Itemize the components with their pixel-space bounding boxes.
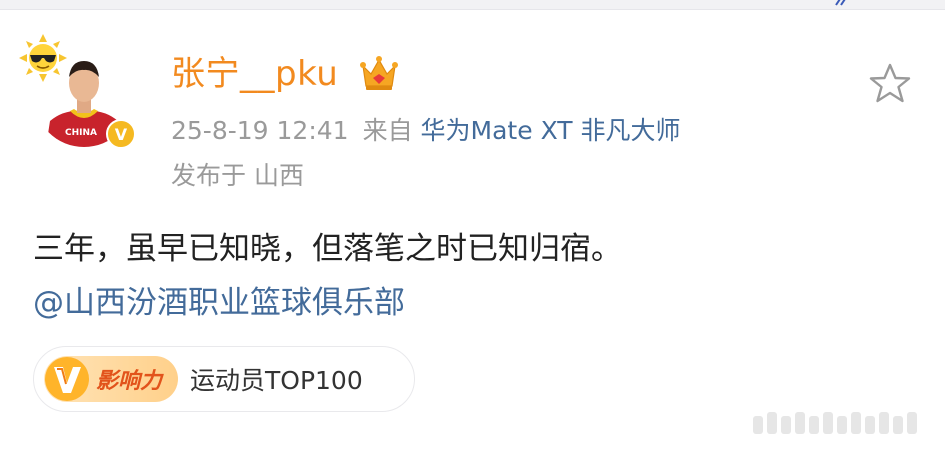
influence-label-badge: 影响力 bbox=[44, 356, 178, 402]
watermark-icon bbox=[753, 412, 917, 434]
influence-badge[interactable]: 影响力 运动员TOP100 bbox=[33, 346, 415, 412]
mention-link[interactable]: @山西汾酒职业篮球俱乐部 bbox=[33, 276, 622, 330]
influence-rank: 运动员TOP100 bbox=[190, 366, 363, 395]
crown-icon[interactable] bbox=[359, 54, 399, 92]
username[interactable]: 张宁__pku bbox=[171, 52, 338, 96]
top-border bbox=[0, 0, 945, 10]
influence-label: 影响力 bbox=[96, 369, 163, 394]
post-location: 发布于 山西 bbox=[171, 161, 304, 190]
avatar[interactable]: CHINA V bbox=[18, 33, 142, 157]
post-meta: 25-8-19 12:41 来自 华为Mate XT 非凡大师 bbox=[171, 114, 680, 148]
corner-mark-icon bbox=[835, 0, 846, 6]
jersey-text: CHINA bbox=[65, 128, 97, 138]
source-prefix: 来自 bbox=[362, 116, 413, 145]
v-influence-icon bbox=[45, 357, 89, 401]
star-icon[interactable] bbox=[868, 62, 912, 106]
verified-badge-icon: V bbox=[106, 119, 136, 149]
post-timestamp: 25-8-19 12:41 bbox=[171, 116, 349, 145]
post-text: 三年，虽早已知晓，但落笔之时已知归宿。 bbox=[33, 231, 622, 267]
device-link[interactable]: 华为Mate XT 非凡大师 bbox=[421, 116, 681, 145]
post-content: 三年，虽早已知晓，但落笔之时已知归宿。 @山西汾酒职业篮球俱乐部 bbox=[33, 222, 622, 330]
sunglasses-sun-icon bbox=[19, 34, 67, 82]
